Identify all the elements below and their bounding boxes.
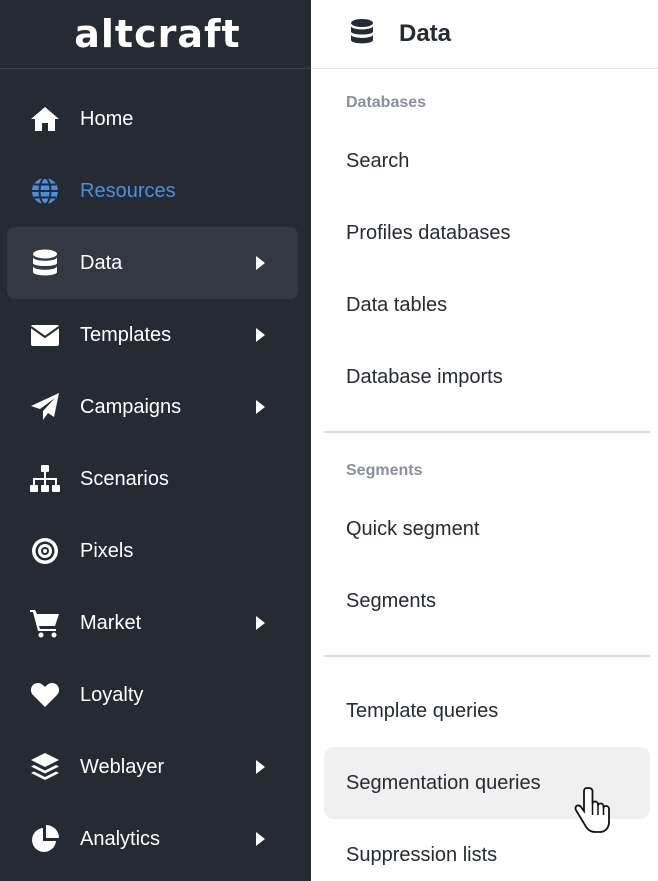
caret-right-icon: [256, 616, 265, 630]
sidebar-item-label: Templates: [80, 323, 172, 346]
sidebar-item-label: Analytics: [80, 827, 161, 850]
cart-icon: [28, 606, 62, 640]
caret-right-icon: [256, 832, 265, 846]
panel-title: Data: [399, 20, 452, 47]
sidebar-item-label: Loyalty: [80, 683, 144, 706]
sitemap-icon: [28, 462, 62, 496]
panel-header: Data: [311, 0, 658, 69]
heart-icon: [28, 678, 62, 712]
target-icon: [28, 534, 62, 568]
sidebar-item-weblayer[interactable]: Weblayer: [0, 731, 311, 803]
sidebar-item-analytics[interactable]: Analytics: [0, 803, 311, 875]
section-title-databases: Databases: [346, 94, 427, 111]
sidebar: altcraft Home Resources Data Templates C…: [0, 0, 311, 881]
layers-icon: [28, 750, 62, 784]
envelope-icon: [28, 318, 62, 352]
sidebar-nav: Home Resources Data Templates Campaigns …: [0, 83, 311, 875]
sidebar-item-home[interactable]: Home: [0, 83, 311, 155]
pie-chart-icon: [28, 822, 62, 856]
globe-icon: [28, 174, 62, 208]
sidebar-item-label: Resources: [80, 179, 176, 202]
submenu-item-segments[interactable]: Segments: [324, 565, 650, 637]
paper-plane-icon: [28, 390, 62, 424]
submenu-item-search[interactable]: Search: [324, 125, 650, 197]
submenu-item-data-tables[interactable]: Data tables: [324, 269, 650, 341]
sidebar-item-templates[interactable]: Templates: [0, 299, 311, 371]
submenu-item-database-imports[interactable]: Database imports: [324, 341, 650, 413]
section-divider: [324, 655, 650, 657]
database-icon: [347, 17, 377, 47]
submenu-item-segmentation-queries[interactable]: Segmentation queries: [324, 747, 650, 819]
sidebar-item-market[interactable]: Market: [0, 587, 311, 659]
sidebar-item-label: Data: [80, 251, 123, 274]
submenu-item-suppression-lists[interactable]: Suppression lists: [324, 819, 650, 881]
sidebar-item-label: Pixels: [80, 539, 134, 562]
home-icon: [28, 102, 62, 136]
sidebar-item-loyalty[interactable]: Loyalty: [0, 659, 311, 731]
logo-bar: altcraft: [0, 0, 311, 69]
sidebar-item-label: Weblayer: [80, 755, 165, 778]
sidebar-item-data[interactable]: Data: [0, 227, 311, 299]
sidebar-item-label: Scenarios: [80, 467, 169, 490]
section-divider: [324, 431, 650, 433]
submenu-item-profiles-databases[interactable]: Profiles databases: [324, 197, 650, 269]
logo[interactable]: altcraft: [70, 12, 240, 56]
submenu-item-quick-segment[interactable]: Quick segment: [324, 493, 650, 565]
caret-right-icon: [256, 760, 265, 774]
caret-right-icon: [256, 256, 265, 270]
section-title-segments: Segments: [346, 462, 423, 479]
caret-right-icon: [256, 400, 265, 414]
caret-right-icon: [256, 328, 265, 342]
sidebar-item-label: Campaigns: [80, 395, 182, 418]
data-submenu-panel: Data Databases Search Profiles databases…: [311, 0, 658, 881]
sidebar-item-label: Home: [80, 107, 134, 130]
sidebar-item-scenarios[interactable]: Scenarios: [0, 443, 311, 515]
sidebar-item-label: Market: [80, 611, 142, 634]
submenu-item-template-queries[interactable]: Template queries: [324, 675, 650, 747]
database-icon: [28, 246, 62, 280]
sidebar-item-campaigns[interactable]: Campaigns: [0, 371, 311, 443]
sidebar-item-resources[interactable]: Resources: [0, 155, 311, 227]
sidebar-item-pixels[interactable]: Pixels: [0, 515, 311, 587]
